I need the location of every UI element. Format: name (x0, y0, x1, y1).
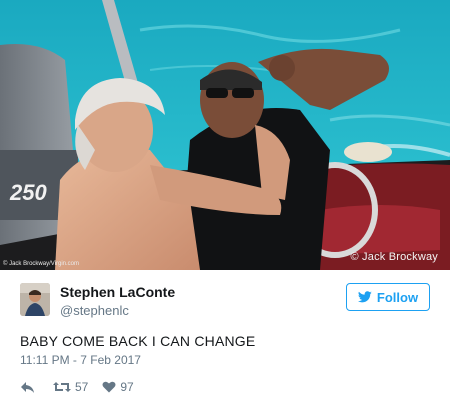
user-display-name[interactable]: Stephen LaConte (60, 284, 175, 300)
retweet-button[interactable]: 57 (53, 380, 88, 394)
avatar-image (20, 283, 50, 316)
engine-label: 250 (9, 180, 47, 205)
photo-credit-small: © Jack Brockway/Virgin.com (3, 261, 79, 267)
tweet-card: 250 © Jack Brockway/Virgin.com © Jack Br… (0, 0, 450, 406)
heart-icon (102, 381, 116, 393)
reply-button[interactable] (20, 381, 35, 394)
twitter-bird-icon (357, 291, 372, 303)
tweet-actions: 57 97 (20, 377, 134, 397)
follow-button[interactable]: Follow (346, 283, 430, 311)
photo-illustration: 250 (0, 0, 450, 270)
retweet-icon (53, 382, 71, 392)
follow-button-label: Follow (376, 289, 419, 305)
tweet-timestamp[interactable]: 11:11 PM - 7 Feb 2017 (20, 353, 141, 367)
user-handle[interactable]: @stephenlc (60, 303, 129, 318)
like-button[interactable]: 97 (102, 380, 134, 394)
avatar[interactable] (20, 283, 50, 316)
tweet-photo[interactable]: 250 © Jack Brockway/Virgin.com © Jack Br… (0, 0, 450, 270)
like-count: 97 (120, 380, 134, 394)
photo-credit: © Jack Brockway (350, 251, 438, 263)
retweet-count: 57 (75, 380, 89, 394)
tweet-text: BABY COME BACK I CAN CHANGE (20, 333, 256, 349)
reply-icon (21, 381, 34, 393)
